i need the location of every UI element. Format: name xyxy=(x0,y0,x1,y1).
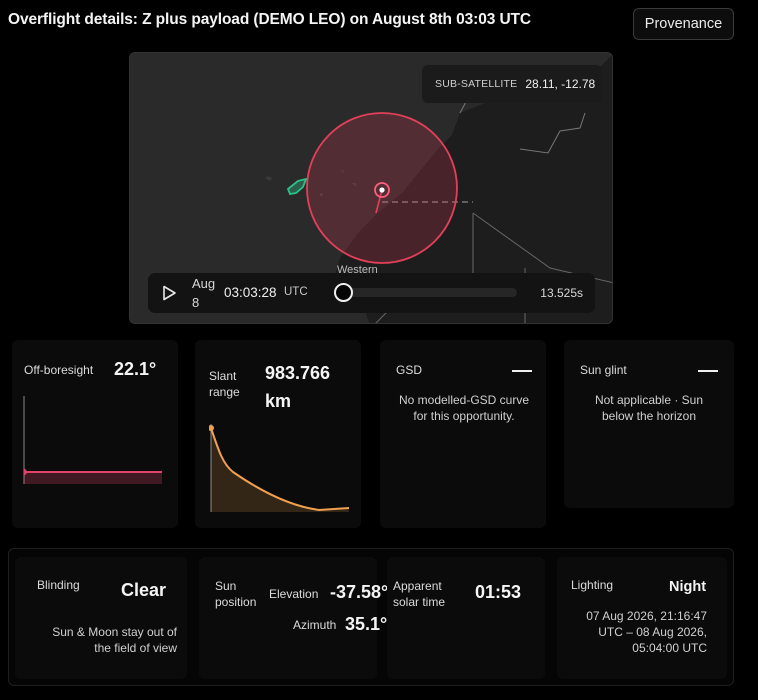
blinding-label: Blinding xyxy=(37,578,80,592)
sun-elevation-label: Elevation xyxy=(269,587,319,601)
off-boresight-value: 22.1° xyxy=(114,359,157,379)
gsd-card: GSD No modelled-GSD curve for this oppor… xyxy=(380,340,546,528)
playback-date: Aug 8 xyxy=(192,276,216,310)
sub-satellite-dot xyxy=(379,187,385,193)
slant-range-value: 983.766 km xyxy=(265,363,331,411)
gsd-label: GSD xyxy=(396,363,423,377)
slant-range-sparkline xyxy=(209,424,350,512)
overflight-map[interactable]: Western SUB-SATELLITE 28.11, -12.78 Aug … xyxy=(129,52,613,324)
sun-elevation-value: -37.58° xyxy=(330,582,389,602)
aoi-island-icon xyxy=(286,177,308,196)
lighting-label: Lighting xyxy=(571,578,614,592)
sub-satellite-readout: SUB-SATELLITE 28.11, -12.78 xyxy=(422,65,602,103)
playback-bar: Aug 8 03:03:28 UTC 13.525s xyxy=(148,273,595,313)
provenance-button[interactable]: Provenance xyxy=(633,8,734,40)
sun-position-label: Sun position xyxy=(215,579,257,609)
playback-time: 03:03:28 xyxy=(224,285,277,300)
playback-timezone: UTC xyxy=(284,286,308,298)
lighting-value: Night xyxy=(669,579,707,595)
sun-azimuth-value: 35.1° xyxy=(345,614,388,634)
blinding-note: Sun & Moon stay out of the field of view xyxy=(52,625,177,655)
sun-position-card: Sun position Elevation -37.58° Azimuth 3… xyxy=(199,557,388,679)
sub-satellite-value: 28.11, -12.78 xyxy=(525,77,596,91)
blinding-value: Clear xyxy=(121,580,167,600)
off-boresight-card: Off-boresight 22.1° xyxy=(12,340,178,528)
apparent-solar-time-card: Apparent solar time 01:53 xyxy=(387,557,545,679)
play-button[interactable] xyxy=(160,284,178,302)
playback-duration: 13.525s xyxy=(540,286,583,300)
lighting-note: 07 Aug 2026, 21:16:47 UTC – 08 Aug 2026,… xyxy=(586,609,707,655)
blinding-card: Blinding Clear Sun & Moon stay out of th… xyxy=(15,557,187,679)
lighting-card: Lighting Night 07 Aug 2026, 21:16:47 UTC… xyxy=(557,557,727,679)
playback-scrubber[interactable] xyxy=(334,283,517,302)
sun-glint-note: Not applicable · Sun below the horizon xyxy=(594,393,704,423)
sun-azimuth-label: Azimuth xyxy=(293,618,337,632)
conditions-panel: Blinding Clear Sun & Moon stay out of th… xyxy=(8,548,734,686)
sub-satellite-label: SUB-SATELLITE xyxy=(435,78,518,90)
off-boresight-sparkline xyxy=(23,396,162,484)
play-icon xyxy=(163,285,176,301)
sun-glint-value-dash xyxy=(698,370,718,372)
off-boresight-label: Off-boresight xyxy=(24,363,94,377)
slant-range-card: Slant range 983.766 km xyxy=(195,340,361,528)
slant-range-label: Slant range xyxy=(209,369,240,399)
apparent-solar-time-value: 01:53 xyxy=(475,582,522,602)
page-title: Overflight details: Z plus payload (DEMO… xyxy=(8,11,532,28)
gsd-value-dash xyxy=(512,370,532,372)
scrubber-handle[interactable] xyxy=(334,283,353,302)
apparent-solar-time-label: Apparent solar time xyxy=(393,579,446,609)
sun-glint-label: Sun glint xyxy=(580,363,627,377)
sun-glint-card: Sun glint Not applicable · Sun below the… xyxy=(564,340,734,508)
gsd-note: No modelled-GSD curve for this opportuni… xyxy=(398,393,530,423)
